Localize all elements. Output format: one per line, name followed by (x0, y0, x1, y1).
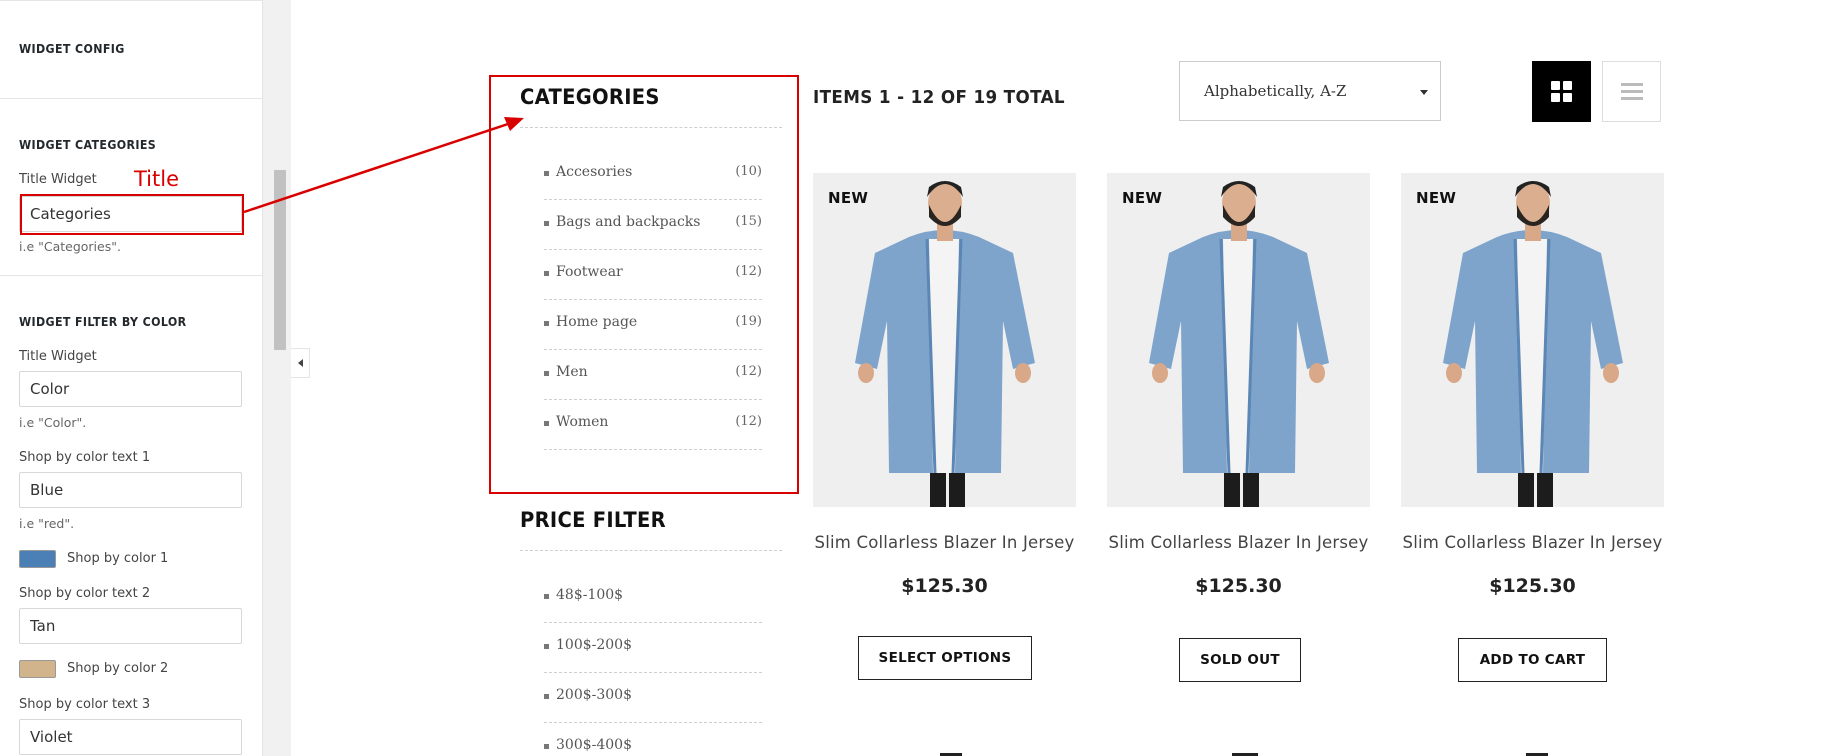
product-price: $125.30 (901, 575, 988, 597)
product-name[interactable]: Slim Collarless Blazer In Jersey (1401, 533, 1664, 552)
price-range-item[interactable]: 48$-100$ (544, 573, 762, 623)
grid-view-icon (1563, 93, 1572, 102)
sort-select[interactable]: Alphabetically, A-Z (1179, 61, 1441, 121)
items-total-count: ITEMS 1 - 12 OF 19 TOTAL (813, 87, 1065, 108)
list-view-icon (1620, 97, 1643, 100)
categories-title-widget-hint: i.e "Categories". (19, 239, 121, 254)
product-image[interactable]: NEW (1401, 173, 1664, 507)
widget-filter-by-color-heading: WIDGET FILTER BY COLOR (19, 315, 187, 329)
grid-view-icon (1563, 81, 1572, 90)
shop-by-color-text-2-input[interactable]: Tan (19, 608, 242, 644)
caret-left-icon (297, 359, 303, 367)
collapse-panel-button[interactable] (291, 348, 310, 378)
section-divider (0, 0, 262, 1)
product-price: $125.30 (1489, 575, 1576, 597)
section-divider (0, 98, 262, 99)
price-range-item[interactable]: 300$-400$ (544, 723, 762, 756)
model-photo-illustration (1107, 173, 1370, 507)
grid-view-button[interactable] (1532, 61, 1591, 122)
model-photo-illustration (813, 173, 1076, 507)
model-photo-illustration (1401, 173, 1664, 507)
shop-by-color-1-swatch[interactable] (19, 550, 56, 568)
price-range-item[interactable]: 200$-300$ (544, 673, 762, 723)
price-range-label[interactable]: 48$-100$ (556, 587, 623, 603)
shop-by-color-1-label: Shop by color 1 (67, 551, 169, 566)
select-options-button[interactable]: SELECT OPTIONS (858, 636, 1032, 680)
product-image[interactable]: NEW (813, 173, 1076, 507)
grid-view-icon (1551, 81, 1560, 90)
theme-config-panel: WIDGET CONFIG WIDGET CATEGORIES Title Wi… (0, 0, 263, 756)
sold-out-button[interactable]: SOLD OUT (1179, 638, 1301, 682)
product-image[interactable]: NEW (1107, 173, 1370, 507)
color-title-widget-input[interactable]: Color (19, 371, 242, 407)
shop-by-color-2-swatch[interactable] (19, 660, 56, 678)
price-range-label[interactable]: 200$-300$ (556, 687, 632, 703)
price-range-label[interactable]: 300$-400$ (556, 737, 632, 753)
color-title-widget-label: Title Widget (19, 349, 97, 364)
shop-by-color-text-3-label: Shop by color text 3 (19, 697, 151, 712)
shop-by-color-2-label: Shop by color 2 (67, 661, 169, 676)
price-range-item[interactable]: 100$-200$ (544, 623, 762, 673)
section-divider (0, 275, 262, 276)
add-to-cart-button[interactable]: ADD TO CART (1458, 638, 1607, 682)
price-range-label[interactable]: 100$-200$ (556, 637, 632, 653)
sort-selected-value: Alphabetically, A-Z (1204, 82, 1347, 100)
shop-by-color-text-2-label: Shop by color text 2 (19, 586, 151, 601)
bullet-icon (544, 644, 549, 649)
new-badge: NEW (828, 189, 869, 207)
panel-scrollbar-thumb[interactable] (274, 170, 286, 350)
price-filter-widget-title: PRICE FILTER (520, 508, 666, 532)
list-view-icon (1620, 90, 1643, 93)
shop-by-color-text-1-hint: i.e "red". (19, 516, 75, 531)
shop-by-color-text-1-label: Shop by color text 1 (19, 450, 151, 465)
categories-title-widget-label: Title Widget (19, 172, 97, 187)
annotation-highlight-categories-widget (489, 75, 799, 494)
product-name[interactable]: Slim Collarless Blazer In Jersey (1107, 533, 1370, 552)
color-title-widget-hint: i.e "Color". (19, 415, 87, 430)
widget-config-heading: WIDGET CONFIG (19, 42, 125, 56)
panel-scrollbar-track[interactable] (263, 0, 291, 756)
widget-title-divider (520, 550, 782, 551)
widget-categories-heading: WIDGET CATEGORIES (19, 138, 157, 152)
bullet-icon (544, 594, 549, 599)
bullet-icon (544, 744, 549, 749)
grid-view-icon (1551, 93, 1560, 102)
annotation-highlight-title-input (20, 194, 244, 235)
product-name[interactable]: Slim Collarless Blazer In Jersey (813, 533, 1076, 552)
product-price: $125.30 (1195, 575, 1282, 597)
new-badge: NEW (1122, 189, 1163, 207)
new-badge: NEW (1416, 189, 1457, 207)
bullet-icon (544, 694, 549, 699)
list-view-button[interactable] (1602, 61, 1661, 122)
list-view-icon (1620, 83, 1643, 86)
dropdown-caret-icon (1420, 90, 1428, 95)
annotation-title-label: Title (134, 167, 180, 191)
shop-by-color-text-1-input[interactable]: Blue (19, 472, 242, 508)
shop-by-color-text-3-input[interactable]: Violet (19, 719, 242, 755)
